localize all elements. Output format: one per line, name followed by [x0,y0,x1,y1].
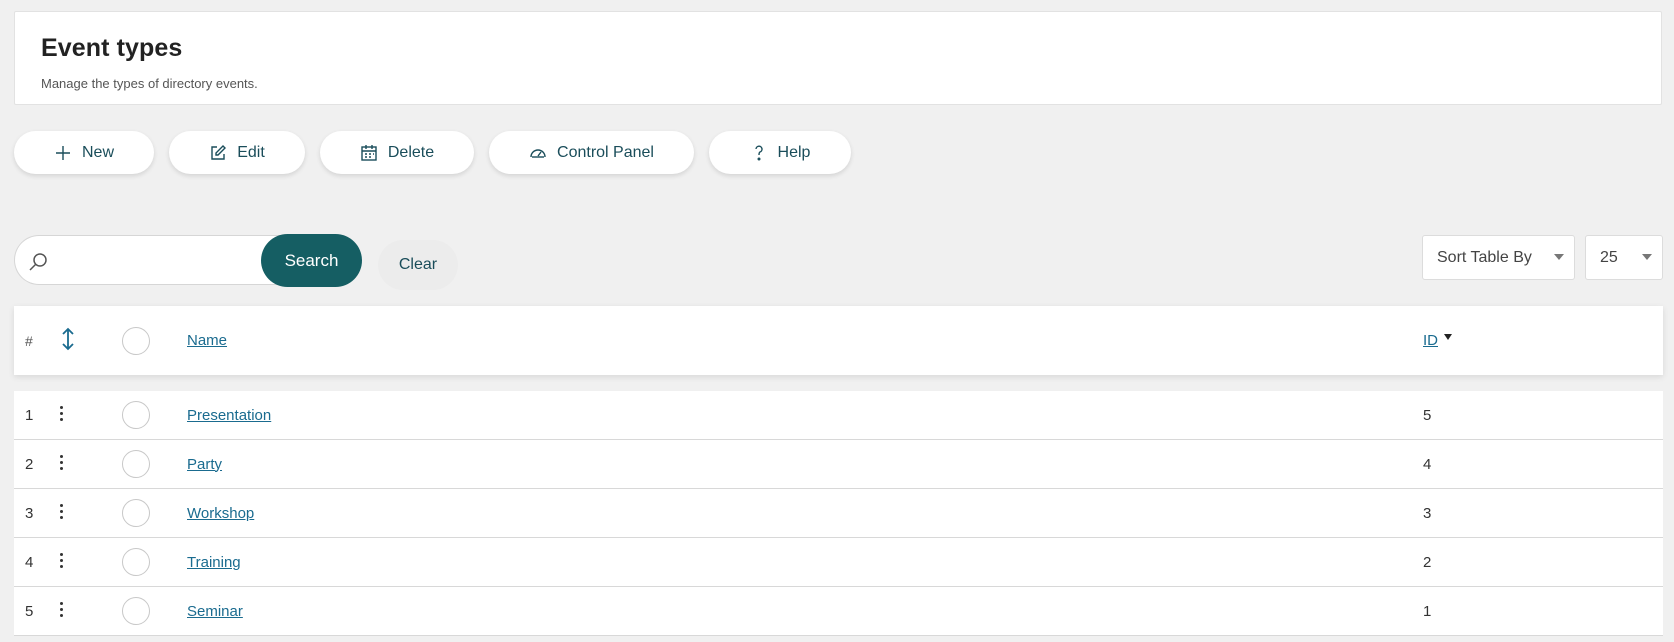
column-header-id-link[interactable]: ID [1423,332,1438,349]
column-header-name-link[interactable]: Name [187,332,227,349]
table-row: 5 Seminar 1 [14,587,1663,636]
question-icon [754,144,763,160]
toolbar: New Edit Delete Control Panel Help [14,131,851,174]
column-header-num: # [25,332,33,349]
edit-icon [211,144,227,160]
row-number: 4 [25,553,34,571]
gauge-icon [530,148,546,158]
row-id: 2 [1423,553,1432,571]
new-button[interactable]: New [14,131,154,174]
plus-icon [55,145,70,160]
reorder-icon[interactable] [60,306,76,375]
row-name: Training [187,538,241,586]
table-body: 1 Presentation 5 2 Party 4 3 Workshop 3 … [14,391,1663,636]
edit-button[interactable]: Edit [169,131,305,174]
row-number: 3 [25,504,34,522]
column-header-name[interactable]: Name [187,306,227,375]
row-actions-button[interactable] [60,538,63,586]
row-name-link[interactable]: Seminar [187,603,243,620]
row-name-link[interactable]: Presentation [187,407,271,424]
row-id: 1 [1423,602,1432,620]
sort-descending-icon [1444,333,1452,340]
calendar-icon [361,144,377,161]
row-number: 5 [25,602,34,620]
row-id: 3 [1423,504,1432,522]
kebab-menu-icon [60,503,63,519]
per-page-select[interactable]: 25 [1585,235,1663,280]
kebab-menu-icon [60,454,63,470]
row-name-link[interactable]: Workshop [187,505,254,522]
table-row: 3 Workshop 3 [14,489,1663,538]
page-title: Event types [41,34,183,62]
row-id: 4 [1423,455,1432,473]
row-name-link[interactable]: Training [187,554,241,571]
row-checkbox[interactable] [122,489,150,537]
row-actions-button[interactable] [60,440,63,488]
help-button[interactable]: Help [709,131,851,174]
help-button-label: Help [777,143,811,161]
control-panel-button-label: Control Panel [557,143,654,161]
table-header: # Name ID [14,306,1663,375]
table-row: 2 Party 4 [14,440,1663,489]
row-actions-button[interactable] [60,489,63,537]
search-input[interactable] [59,246,259,274]
row-name: Seminar [187,587,243,635]
page-subtitle: Manage the types of directory events. [41,76,258,91]
row-checkbox[interactable] [122,538,150,586]
chevron-down-icon [1642,254,1652,260]
search-icon [29,253,47,271]
row-name-link[interactable]: Party [187,456,222,473]
delete-button[interactable]: Delete [320,131,474,174]
row-checkbox[interactable] [122,587,150,635]
page-header: Event types Manage the types of director… [14,11,1662,105]
table-row: 4 Training 2 [14,538,1663,587]
row-checkbox[interactable] [122,391,150,439]
kebab-menu-icon [60,405,63,421]
table-row: 1 Presentation 5 [14,391,1663,440]
chevron-down-icon [1554,254,1564,260]
select-all-checkbox[interactable] [122,306,150,375]
clear-button[interactable]: Clear [378,240,458,290]
edit-button-label: Edit [237,143,265,161]
row-name: Workshop [187,489,254,537]
per-page-value: 25 [1600,248,1618,266]
row-number: 1 [25,406,34,424]
kebab-menu-icon [60,601,63,617]
control-panel-button[interactable]: Control Panel [489,131,694,174]
row-id: 5 [1423,406,1432,424]
row-actions-button[interactable] [60,587,63,635]
delete-button-label: Delete [387,143,435,161]
row-actions-button[interactable] [60,391,63,439]
row-checkbox[interactable] [122,440,150,488]
row-number: 2 [25,455,34,473]
row-name: Presentation [187,391,271,439]
search-field [14,235,294,285]
column-header-id[interactable]: ID [1423,306,1452,375]
sort-table-select[interactable]: Sort Table By [1422,235,1575,280]
new-button-label: New [81,143,114,161]
search-bar: Search [14,234,362,287]
kebab-menu-icon [60,552,63,568]
sort-table-label: Sort Table By [1437,248,1532,266]
row-name: Party [187,440,222,488]
search-button[interactable]: Search [261,234,362,287]
